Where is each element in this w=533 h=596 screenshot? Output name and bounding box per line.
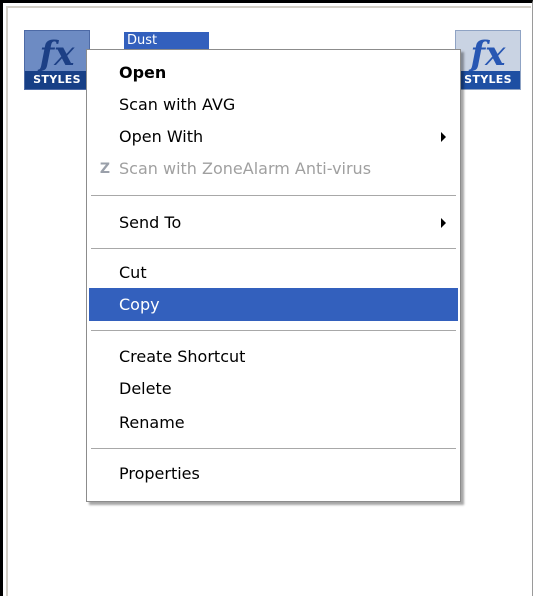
menu-item-label: Cut: [119, 263, 147, 282]
menu-item-label: Open: [119, 63, 167, 82]
menu-separator: [91, 330, 456, 332]
menu-separator: [91, 195, 456, 197]
arrow-right-icon: [441, 218, 446, 228]
menu-item-label: Scan with ZoneAlarm Anti-virus: [119, 159, 372, 178]
menu-item-properties[interactable]: Properties: [89, 457, 458, 490]
fx-glyph: fx: [39, 34, 75, 74]
menu-item-label: Send To: [119, 213, 182, 232]
menu-separator: [91, 248, 456, 250]
styles-file-icon-selected[interactable]: fx STYLES: [24, 30, 90, 90]
menu-item-label: Scan with AVG: [119, 95, 236, 114]
menu-separator: [91, 448, 456, 450]
menu-item-copy[interactable]: Copy: [89, 288, 458, 321]
styles-file-icon[interactable]: fx STYLES: [455, 30, 521, 90]
arrow-right-icon: [441, 132, 446, 142]
context-menu: Open Scan with AVG Open With Z Scan with…: [86, 49, 461, 502]
menu-item-label: Open With: [119, 127, 204, 146]
menu-item-send-to[interactable]: Send To: [89, 206, 458, 239]
menu-item-rename[interactable]: Rename: [89, 406, 458, 439]
menu-item-open[interactable]: Open: [89, 56, 458, 89]
menu-item-label: Rename: [119, 413, 185, 432]
selected-file-label[interactable]: Dust: [124, 32, 209, 50]
styles-caption: STYLES: [456, 71, 520, 89]
menu-item-cut[interactable]: Cut: [89, 256, 458, 289]
menu-item-label: Create Shortcut: [119, 347, 246, 366]
fx-glyph: fx: [470, 34, 506, 74]
menu-item-delete[interactable]: Delete: [89, 372, 458, 405]
menu-item-open-with[interactable]: Open With: [89, 120, 458, 153]
menu-item-label: Copy: [119, 295, 160, 314]
styles-caption: STYLES: [25, 71, 89, 89]
menu-item-create-shortcut[interactable]: Create Shortcut: [89, 340, 458, 373]
menu-item-scan-zonealarm[interactable]: Z Scan with ZoneAlarm Anti-virus: [89, 152, 458, 185]
menu-item-label: Delete: [119, 379, 172, 398]
menu-item-scan-avg[interactable]: Scan with AVG: [89, 88, 458, 121]
zonealarm-icon: Z: [99, 161, 111, 177]
menu-item-label: Properties: [119, 464, 200, 483]
